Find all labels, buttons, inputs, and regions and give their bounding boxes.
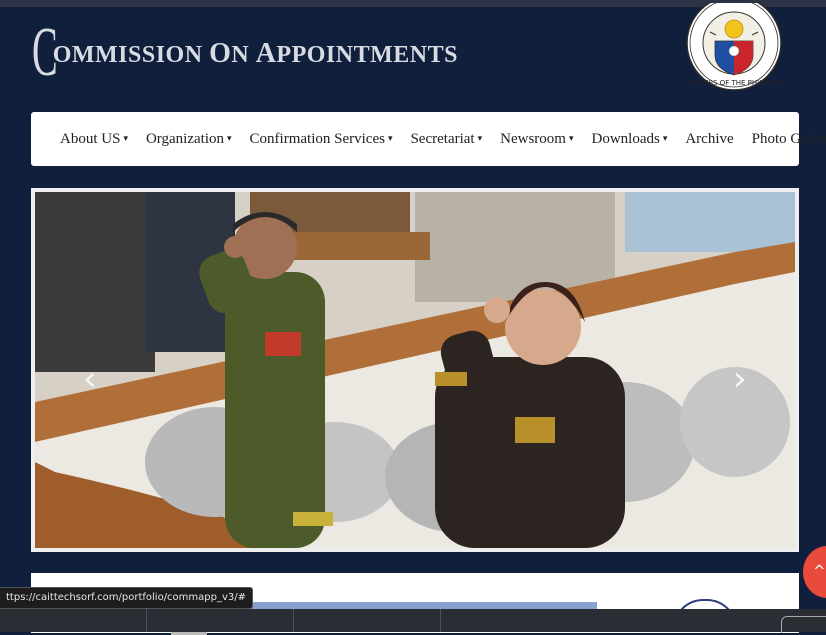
seal-text: CONGRESS OF THE PHILIPPINES xyxy=(686,79,782,87)
carousel-slide-photo[interactable]: ‹ › xyxy=(35,192,795,548)
taskbar-slot[interactable] xyxy=(147,609,294,632)
photo-carousel: ‹ › xyxy=(31,188,799,552)
nav-item-about-us[interactable]: About US ▾ xyxy=(31,131,137,148)
nav-item-newsroom[interactable]: Newsroom ▾ xyxy=(491,131,582,148)
nav-item-organization[interactable]: Organization ▾ xyxy=(137,131,241,148)
nav-item-downloads[interactable]: Downloads ▾ xyxy=(582,131,676,148)
congress-seal-logo[interactable]: CONGRESS OF THE PHILIPPINES xyxy=(686,3,782,99)
carousel-prev-chevron-left-icon[interactable]: ‹ xyxy=(83,362,97,396)
carousel-next-chevron-right-icon[interactable]: › xyxy=(733,362,747,396)
chevron-down-icon: ▾ xyxy=(568,132,574,143)
browser-status-url: ttps://caittechsorf.com/portfolio/commap… xyxy=(0,587,254,609)
taskbar-slot[interactable] xyxy=(0,609,147,632)
taskbar-corner-button[interactable] xyxy=(781,616,826,633)
taskbar-slot[interactable] xyxy=(294,609,441,632)
chevron-down-icon: ▾ xyxy=(387,132,393,143)
title-initial: C xyxy=(32,14,58,91)
chevron-down-icon: ▾ xyxy=(227,132,232,143)
scroll-to-top-button[interactable]: ^ xyxy=(803,546,826,598)
nav-item-photo-gallery[interactable]: Photo Gallery xyxy=(743,131,826,148)
title-text: OMMISSION ON APPOINTMENTS xyxy=(52,38,458,69)
taskbar xyxy=(0,609,826,632)
site-title[interactable]: C OMMISSION ON APPOINTMENTS xyxy=(32,18,458,88)
nav-item-confirmation-services[interactable]: Confirmation Services ▾ xyxy=(241,131,402,148)
chevron-down-icon: ▾ xyxy=(123,132,128,143)
main-nav: About US ▾ Organization ▾ Confirmation Ser… xyxy=(31,112,826,166)
chevron-down-icon: ▾ xyxy=(662,132,668,143)
senate-session-photo xyxy=(35,192,795,548)
nav-item-archive[interactable]: Archive xyxy=(676,131,742,148)
nav-item-secretariat[interactable]: Secretariat ▾ xyxy=(401,131,491,148)
chevron-down-icon: ▾ xyxy=(477,132,483,143)
